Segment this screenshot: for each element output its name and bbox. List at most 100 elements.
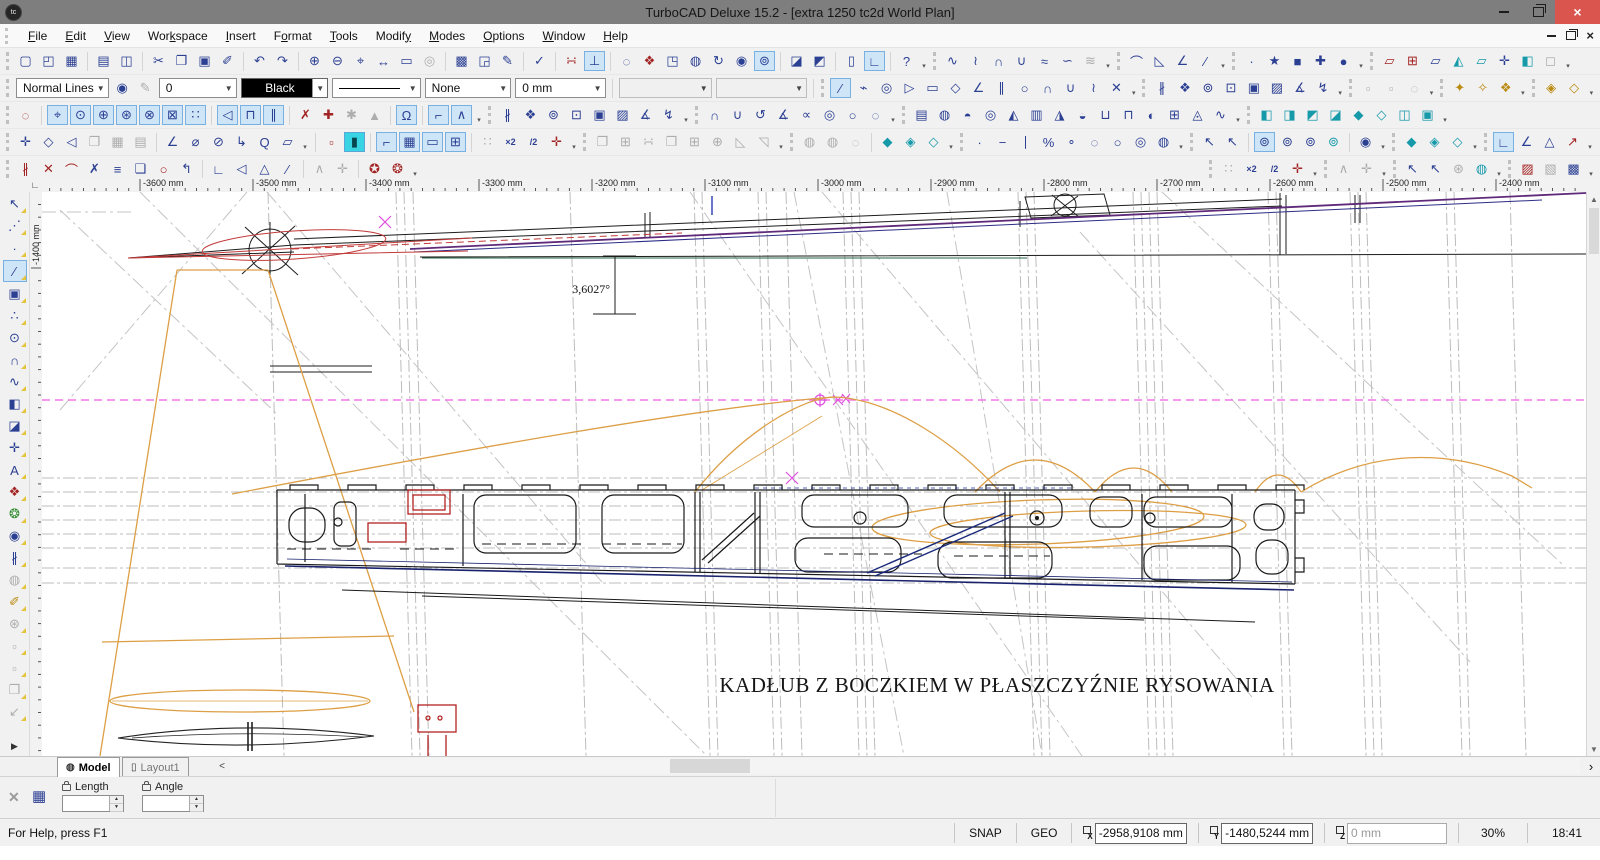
length-input[interactable]: ▲▼ xyxy=(62,795,124,812)
dim-edit-icon[interactable]: ▱ xyxy=(277,132,298,152)
toolbar-overflow-icon[interactable]: ▾ xyxy=(1355,50,1367,72)
menu-modify[interactable]: Modify xyxy=(367,26,420,46)
zoom-out-icon[interactable]: ⊖ xyxy=(327,51,348,71)
hatch-fast-icon[interactable]: ↯ xyxy=(658,105,679,125)
copy-array-icon[interactable]: ❐ xyxy=(592,132,613,152)
facet-box-icon[interactable]: ◧ xyxy=(1256,105,1277,125)
toolbar-overflow-icon[interactable]: ▾ xyxy=(680,104,692,126)
insert-object-icon[interactable]: ◲ xyxy=(474,51,495,71)
toolbar-grip[interactable] xyxy=(1247,106,1250,124)
spline-icon[interactable]: ∿ xyxy=(942,51,963,71)
snap-burst-icon[interactable]: ❖ xyxy=(1495,78,1516,98)
print-preview-icon[interactable]: ◫ xyxy=(116,51,137,71)
grid2-off-icon[interactable]: ∷ xyxy=(1218,159,1239,179)
toolbar-overflow-icon[interactable]: ▾ xyxy=(1175,131,1187,153)
menu-format[interactable]: Format xyxy=(265,26,321,46)
arc-3point-icon[interactable]: ∪ xyxy=(727,105,748,125)
draw-angle-line-icon[interactable]: ∠ xyxy=(968,78,989,98)
grid2-double-icon[interactable]: ×2 xyxy=(1241,159,1262,179)
draw-arc-3p-icon[interactable]: ∪ xyxy=(1060,78,1081,98)
dim-toggle-icon[interactable]: ▭ xyxy=(422,132,443,152)
solid-3d-tool-icon[interactable]: ◪ xyxy=(4,416,26,436)
toolbar-grip[interactable] xyxy=(1349,79,1352,97)
workplane-normal-icon[interactable]: ◭ xyxy=(1448,51,1469,71)
inspector-table-icon[interactable]: ▦ xyxy=(32,787,46,805)
snap-intersection-icon[interactable]: ⊠ xyxy=(162,105,183,125)
toolbar-overflow-icon[interactable]: ▾ xyxy=(1334,77,1345,99)
copy-matrix-icon[interactable]: ⊞ xyxy=(684,132,705,152)
restore-button[interactable] xyxy=(1521,0,1555,24)
horizontal-scroll-thumb[interactable] xyxy=(670,759,750,773)
copy-stack-icon[interactable]: ❐ xyxy=(661,132,682,152)
toolbar-grip[interactable] xyxy=(583,133,586,151)
facet-solid-icon[interactable]: ◆ xyxy=(1348,105,1369,125)
hatch-select-icon[interactable]: ▩ xyxy=(1563,159,1584,179)
toolbar-grip[interactable] xyxy=(902,106,905,124)
hatch-radial-icon[interactable]: ⊚ xyxy=(543,105,564,125)
toolbar-grip[interactable] xyxy=(1117,52,1120,70)
assemble-flip-icon[interactable]: ◁ xyxy=(61,132,82,152)
snap-circle-tool-icon[interactable]: ❂ xyxy=(4,504,26,524)
menu-tools[interactable]: Tools xyxy=(321,26,367,46)
cylinder-3d-icon[interactable]: ▥ xyxy=(1026,105,1047,125)
toolbar-grip[interactable] xyxy=(1370,52,1373,70)
point-square-icon[interactable]: ■ xyxy=(1287,51,1308,71)
insert-picture-icon[interactable]: ▩ xyxy=(451,51,472,71)
facet-shell-icon[interactable]: ◨ xyxy=(1279,105,1300,125)
snap-cross-icon[interactable]: ✚ xyxy=(318,105,339,125)
toolbar-grip[interactable] xyxy=(1532,79,1535,97)
toolbar-overflow-icon[interactable]: ▾ xyxy=(299,131,311,153)
lock-layer-icon[interactable]: ◇ xyxy=(1564,78,1585,98)
toolbar-overflow-icon[interactable]: ▾ xyxy=(1377,131,1389,153)
toolbar-overflow-icon[interactable]: ▾ xyxy=(1309,158,1321,180)
snap-magnetic-icon[interactable]: ✦ xyxy=(1449,78,1470,98)
snap-star-icon[interactable]: ✱ xyxy=(341,105,362,125)
toolbar-grip[interactable] xyxy=(1190,133,1193,151)
horizontal-scrollbar[interactable] xyxy=(230,758,1580,774)
horizontal-ruler[interactable]: -3600 mm-3500 mm-3400 mm-3300 mm-3200 mm… xyxy=(42,178,1586,193)
new-sheet-icon[interactable]: ▯ xyxy=(841,51,862,71)
workplane-origin-icon[interactable]: ⊞ xyxy=(1402,51,1423,71)
chevron-down-icon[interactable]: ▼ xyxy=(222,84,236,93)
snap-extension-icon[interactable]: ∥ xyxy=(263,105,284,125)
fit-curve-icon[interactable]: ≋ xyxy=(1080,51,1101,71)
render-scene-icon[interactable]: ⊚ xyxy=(754,51,775,71)
toolbar-grip[interactable] xyxy=(1392,133,1395,151)
edit-slant-icon[interactable]: ∕ xyxy=(277,159,298,179)
group-make-icon[interactable]: ▫ xyxy=(1358,78,1379,98)
toolbar-grip[interactable] xyxy=(821,79,824,97)
measure-angle-icon[interactable]: ∧ xyxy=(1333,159,1354,179)
bezier-icon[interactable]: ≀ xyxy=(965,51,986,71)
hatch-lines-icon[interactable]: ▨ xyxy=(612,105,633,125)
draw-tangent-circle-icon[interactable]: ○ xyxy=(1014,78,1035,98)
hatch-fill-icon[interactable]: ▨ xyxy=(1266,78,1287,98)
clear-guides-icon[interactable]: ∺ xyxy=(561,51,582,71)
shade-face-icon[interactable]: ◩ xyxy=(809,51,830,71)
draw-parallel-icon[interactable]: ∥ xyxy=(991,78,1012,98)
spelling-icon[interactable]: ✓ xyxy=(529,51,550,71)
mark-dash-icon[interactable]: − xyxy=(992,132,1013,152)
snap-nearest-icon[interactable]: ⌖ xyxy=(47,105,68,125)
copy-radial-icon[interactable]: ⊕ xyxy=(707,132,728,152)
drawing-canvas[interactable]: 3,6027° xyxy=(42,192,1586,756)
mode-wireframe-icon[interactable]: ⊚ xyxy=(1254,132,1275,152)
snap-center-icon[interactable]: ⊛ xyxy=(116,105,137,125)
toolbar-overflow-icon[interactable]: ▾ xyxy=(1128,77,1139,99)
draw-circle-3p-icon[interactable]: ▷ xyxy=(899,78,920,98)
inspector-close-icon[interactable]: ✕ xyxy=(8,789,20,806)
menu-edit[interactable]: Edit xyxy=(56,26,95,46)
wedge-3d-icon[interactable]: ◮ xyxy=(1049,105,1070,125)
edit-segment-icon[interactable]: ◁ xyxy=(231,159,252,179)
edit-text-icon[interactable]: ❏ xyxy=(130,159,151,179)
frame-select-icon[interactable]: ▫ xyxy=(4,636,26,656)
walk-camera-icon[interactable]: ◉ xyxy=(731,51,752,71)
toolbar-grip[interactable] xyxy=(960,133,963,151)
solid-box-icon[interactable]: ◆ xyxy=(1401,132,1422,152)
grid-double-icon[interactable]: ×2 xyxy=(500,132,521,152)
toolbar-grip[interactable] xyxy=(1209,160,1212,178)
fillet-icon[interactable]: ⌒ xyxy=(1126,51,1147,71)
line-tool-icon[interactable]: ∕ xyxy=(3,260,27,282)
world-globe-icon[interactable]: ◍ xyxy=(1471,159,1492,179)
dim-quick-icon[interactable]: Q xyxy=(254,132,275,152)
toolbar-overflow-icon[interactable]: ▾ xyxy=(568,131,580,153)
